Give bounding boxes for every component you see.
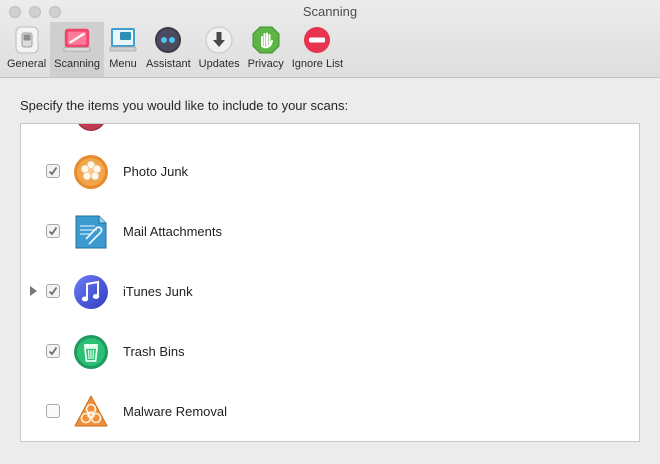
trash-bins-checkbox[interactable] [46,344,60,358]
tab-ignore-list[interactable]: Ignore List [288,22,347,77]
photo-junk-label: Photo Junk [123,164,189,179]
expand-triangle-icon[interactable] [30,286,37,296]
tab-menu-label: Menu [109,58,137,70]
tab-scanning[interactable]: Scanning [50,22,105,77]
ignore-minus-icon [302,25,332,55]
assistant-icon [153,25,183,55]
checkmark-icon [48,347,58,356]
tab-ignore-list-label: Ignore List [291,58,344,70]
list-item-trash-bins: Trash Bins [21,322,639,382]
mail-attachments-checkbox[interactable] [46,224,60,238]
checkmark-icon [48,227,58,236]
biohazard-icon [73,394,109,430]
preferences-window: Scanning General Scanning Menu Assistant… [0,0,660,464]
title-bar: Scanning General Scanning Menu Assistant… [0,0,660,78]
general-switch-icon [12,25,42,55]
tab-assistant[interactable]: Assistant [142,22,195,77]
tab-general[interactable]: General [3,22,50,77]
itunes-junk-label: iTunes Junk [123,284,193,299]
download-arrow-icon [204,25,234,55]
tab-scanning-label: Scanning [54,58,101,70]
list-item-itunes-junk: iTunes Junk [21,262,639,322]
mail-attachments-icon [73,214,109,250]
malware-removal-checkbox[interactable] [46,404,60,418]
tab-menu[interactable]: Menu [104,22,142,77]
preferences-toolbar: General Scanning Menu Assistant Updates … [3,22,347,77]
list-item-mail-attachments: Mail Attachments [21,202,639,262]
tab-assistant-label: Assistant [146,58,191,70]
window-title: Scanning [302,4,358,19]
scanning-icon [62,25,92,55]
itunes-note-icon [73,274,109,310]
trash-bin-icon [73,334,109,370]
photo-junk-icon [73,154,109,190]
tab-privacy[interactable]: Privacy [244,22,288,77]
checkmark-icon [48,167,58,176]
mail-attachments-label: Mail Attachments [123,224,222,239]
trash-bins-label: Trash Bins [123,344,185,359]
list-item-photo-junk: Photo Junk [21,142,639,202]
tab-updates-label: Updates [198,58,240,70]
scan-items-list[interactable]: Photo Junk Mail Attachments iTunes Junk … [20,123,640,442]
malware-removal-label: Malware Removal [123,404,228,419]
list-item-malware-removal: Malware Removal [21,382,639,441]
privacy-hand-icon [251,25,281,55]
menu-icon [108,25,138,55]
itunes-junk-checkbox[interactable] [46,284,60,298]
scan-items-instructions: Specify the items you would like to incl… [20,98,349,113]
checkmark-icon [48,287,58,296]
photo-junk-checkbox[interactable] [46,164,60,178]
tab-privacy-label: Privacy [247,58,284,70]
partial-top-item-icon [75,124,107,131]
tab-updates[interactable]: Updates [195,22,244,77]
tab-general-label: General [7,58,47,70]
